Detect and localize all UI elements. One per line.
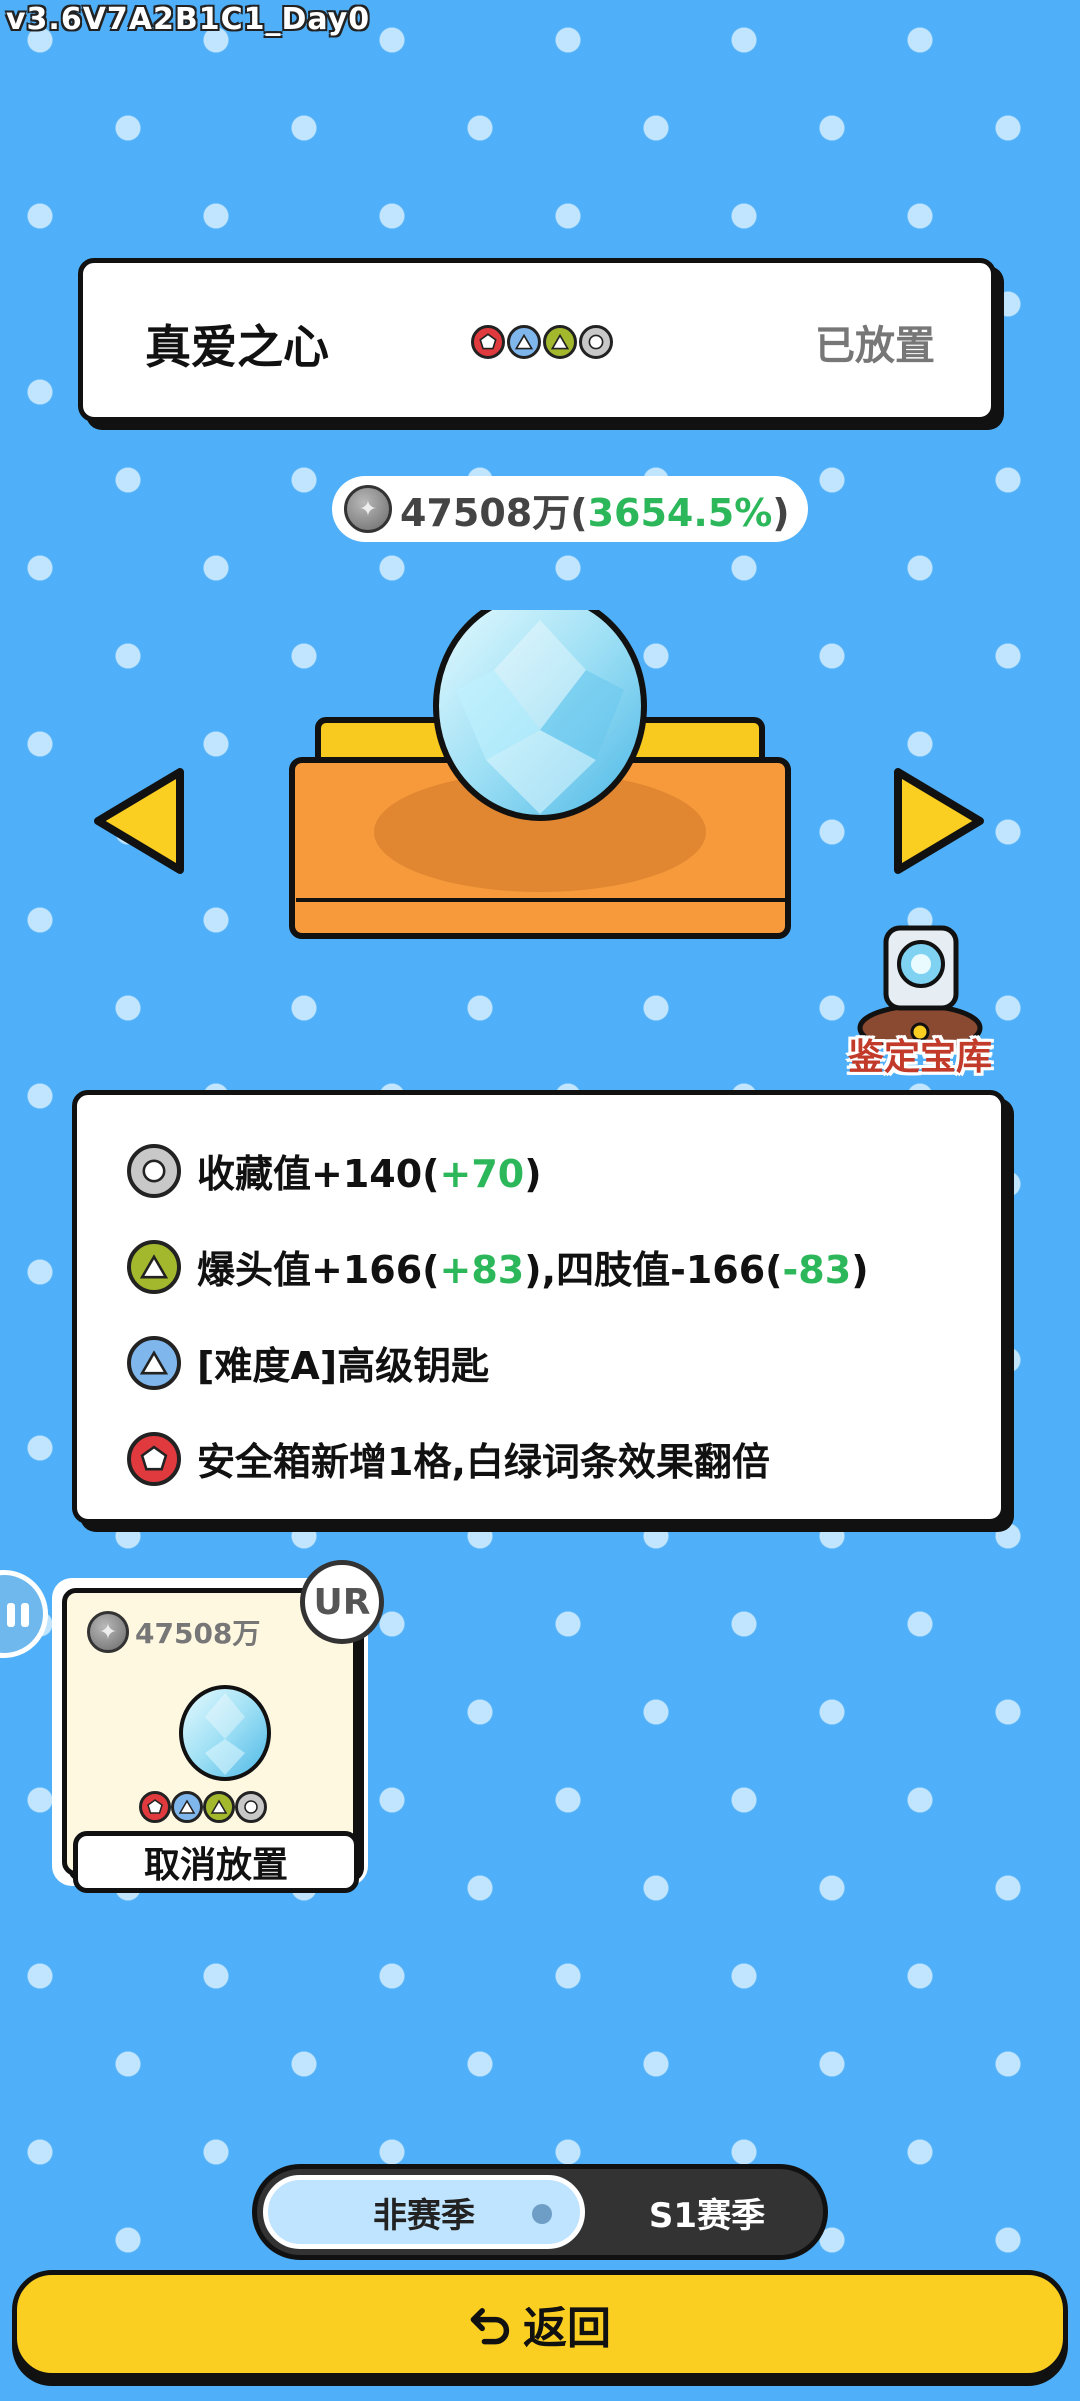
season-toggle[interactable]: 非赛季 S1赛季 (252, 2164, 828, 2260)
triangle-blue-icon (171, 1791, 203, 1823)
effect-safe-box: 安全箱新增1格,白绿词条效果翻倍 (127, 1431, 770, 1486)
effects-panel: 收藏值+140(+70) 爆头值+166(+83),四肢值-166(-83) [… (72, 1090, 1006, 1524)
side-drawer-tab[interactable] (0, 1570, 48, 1658)
pentagon-icon (139, 1791, 171, 1823)
return-arrow-icon (470, 2308, 510, 2345)
non-season-tab[interactable]: 非赛季 (263, 2175, 585, 2249)
triangle-green-icon (127, 1239, 181, 1294)
next-arrow-icon[interactable] (888, 766, 988, 876)
pentagon-icon (471, 325, 505, 359)
effect-collection: 收藏值+140(+70) (127, 1143, 542, 1198)
coin-icon: ✦ (87, 1611, 129, 1653)
attribute-badges (471, 325, 613, 359)
circle-icon (579, 325, 613, 359)
triangle-blue-icon (127, 1335, 181, 1390)
gem-icon (179, 1685, 271, 1781)
circle-icon (127, 1143, 181, 1198)
value-percent: 3654.5% (587, 490, 773, 535)
item-title-card: 真爱之心 已放置 (78, 258, 996, 422)
cancel-placement-button[interactable]: 取消放置 (73, 1831, 359, 1893)
value-pill: ✦ 47508万(3654.5%) (332, 476, 808, 542)
effect-text: 安全箱新增1格,白绿词条效果翻倍 (197, 1440, 770, 1484)
item-title: 真爱之心 (145, 320, 329, 374)
pentagon-icon (127, 1431, 181, 1486)
placement-status: 已放置 (815, 323, 935, 369)
s1-season-tab[interactable]: S1赛季 (597, 2169, 817, 2255)
item-price: ✦ 47508万 (87, 1611, 260, 1653)
triangle-green-icon (543, 325, 577, 359)
item-attribute-badges (139, 1791, 267, 1823)
effect-headshot: 爆头值+166(+83),四肢值-166(-83) (127, 1239, 869, 1294)
effect-text: 收藏值+140(+70) (197, 1152, 542, 1196)
effect-text: 爆头值+166(+83),四肢值-166(-83) (197, 1248, 869, 1292)
vault-label[interactable]: 鉴定宝库 (836, 1028, 1004, 1080)
triangle-green-icon (203, 1791, 235, 1823)
version-label: v3.6V7A2B1C1_Day0 (6, 2, 371, 37)
rarity-badge: UR (300, 1560, 384, 1644)
effect-text: [难度A]高级钥匙 (197, 1344, 490, 1388)
circle-icon (235, 1791, 267, 1823)
effect-key: [难度A]高级钥匙 (127, 1335, 489, 1390)
previous-arrow-icon[interactable] (90, 766, 190, 876)
triangle-blue-icon (507, 325, 541, 359)
item-display (289, 610, 791, 939)
back-button[interactable]: 返回 (12, 2270, 1068, 2378)
value-amount: 47508万(3654.5%) (400, 490, 790, 535)
coin-icon: ✦ (344, 485, 392, 533)
